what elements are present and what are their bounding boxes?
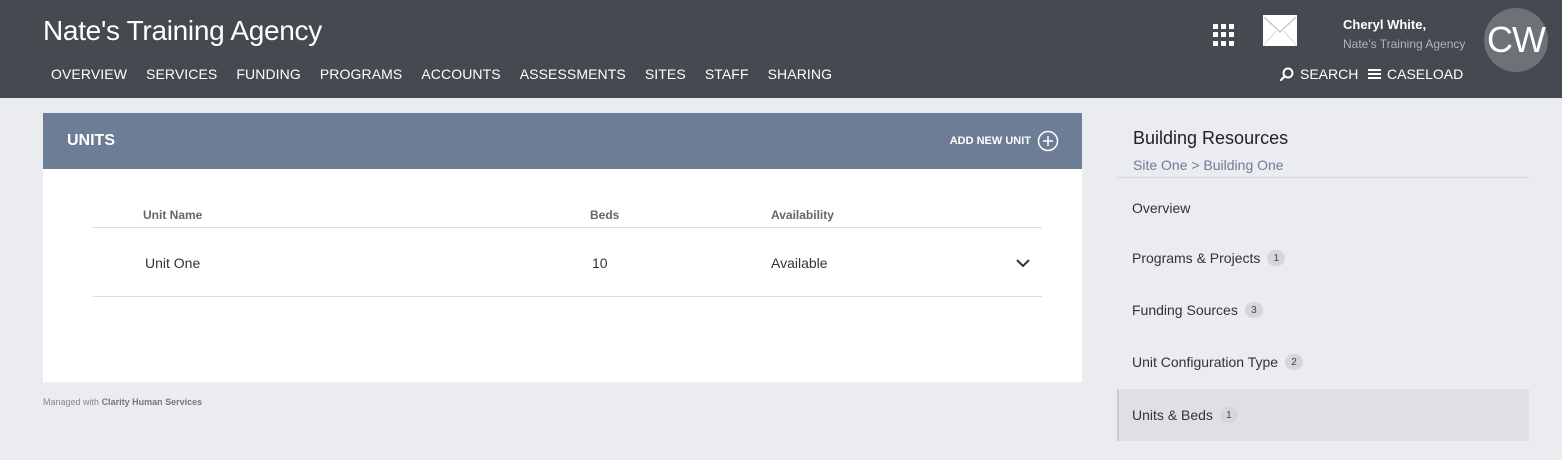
add-new-unit-button[interactable]: ADD NEW UNIT — [950, 130, 1059, 152]
column-header-availability[interactable]: Availability — [771, 208, 834, 222]
nav-funding[interactable]: FUNDING — [236, 66, 300, 82]
sidebar-item-label: Overview — [1132, 200, 1191, 216]
sidebar-item-overview[interactable]: Overview — [1117, 182, 1529, 234]
nav-assessments[interactable]: ASSESSMENTS — [520, 66, 626, 82]
count-badge: 2 — [1285, 354, 1304, 370]
nav-sharing[interactable]: SHARING — [768, 66, 833, 82]
caseload-label: CASELOAD — [1387, 66, 1464, 82]
search-label: SEARCH — [1300, 66, 1359, 82]
sidebar-item-label: Programs & Projects — [1132, 250, 1261, 266]
table-row-divider — [93, 296, 1042, 297]
user-name[interactable]: Cheryl White, — [1343, 17, 1426, 32]
main-nav: OVERVIEW SERVICES FUNDING PROGRAMS ACCOU… — [51, 66, 851, 82]
sidebar-divider — [1117, 177, 1529, 178]
add-new-unit-label: ADD NEW UNIT — [949, 135, 1031, 147]
mail-icon[interactable] — [1263, 15, 1297, 46]
sidebar-item-label: Funding Sources — [1132, 302, 1238, 318]
sidebar-item-funding-sources[interactable]: Funding Sources 3 — [1117, 284, 1529, 336]
nav-overview[interactable]: OVERVIEW — [51, 66, 127, 82]
sidebar-item-label: Units & Beds — [1132, 407, 1213, 423]
breadcrumb[interactable]: Site One > Building One — [1133, 157, 1284, 173]
sidebar-item-units-beds[interactable]: Units & Beds 1 — [1117, 389, 1529, 441]
menu-icon — [1368, 69, 1381, 79]
nav-accounts[interactable]: ACCOUNTS — [421, 66, 500, 82]
nav-services[interactable]: SERVICES — [146, 66, 217, 82]
plus-circle-icon — [1037, 130, 1059, 152]
count-badge: 1 — [1267, 250, 1286, 266]
nav-staff[interactable]: STAFF — [705, 66, 749, 82]
unit-name-cell: Unit One — [145, 255, 201, 271]
count-badge: 3 — [1244, 302, 1263, 318]
managed-with-note: Managed with Clarity Human Services — [43, 397, 202, 407]
nav-programs[interactable]: PROGRAMS — [320, 66, 402, 82]
count-badge: 1 — [1219, 407, 1238, 423]
column-header-beds[interactable]: Beds — [590, 208, 619, 222]
apps-grid-icon[interactable] — [1213, 24, 1235, 46]
footer-brand[interactable]: Clarity Human Services — [102, 397, 203, 407]
footer-prefix: Managed with — [43, 397, 100, 407]
sidebar-item-programs-projects[interactable]: Programs & Projects 1 — [1117, 232, 1529, 284]
table-header-divider — [93, 227, 1042, 228]
units-panel: UNITS ADD NEW UNIT Unit Name Beds Availa… — [43, 113, 1082, 382]
avatar[interactable]: CW — [1484, 8, 1548, 72]
column-header-unit-name[interactable]: Unit Name — [143, 208, 202, 222]
chevron-down-icon[interactable] — [1014, 256, 1032, 270]
sidebar-item-unit-configuration-type[interactable]: Unit Configuration Type 2 — [1117, 336, 1529, 388]
beds-cell: 10 — [592, 255, 608, 271]
units-title: UNITS — [67, 132, 115, 149]
sidebar-title: Building Resources — [1133, 128, 1289, 148]
top-bar: Nate's Training Agency OVERVIEW SERVICES… — [0, 0, 1562, 98]
units-panel-header: UNITS ADD NEW UNIT — [43, 113, 1082, 169]
search-icon — [1280, 67, 1294, 81]
agency-name[interactable]: Nate's Training Agency — [43, 15, 322, 47]
sidebar-item-label: Unit Configuration Type — [1132, 354, 1279, 370]
availability-cell: Available — [771, 255, 828, 271]
search-link[interactable]: SEARCH — [1280, 66, 1358, 82]
user-organization: Nate's Training Agency — [1343, 37, 1466, 51]
caseload-link[interactable]: CASELOAD — [1368, 66, 1463, 82]
nav-sites[interactable]: SITES — [645, 66, 686, 82]
